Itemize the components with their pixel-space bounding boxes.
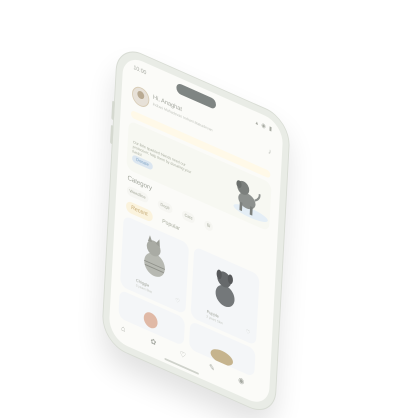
heart-icon[interactable]: ♡ [175,297,180,306]
category-chip-cats[interactable]: Cats [181,209,196,225]
tab-bar: Recent Popular [125,200,180,232]
dog-illustration [215,269,235,308]
small-dog-illustration [143,312,158,329]
category-chip-birds[interactable]: Bi [204,219,214,233]
heart-icon[interactable]: ♡ [246,328,251,337]
bell-icon[interactable]: ♪ [268,147,272,157]
paw-icon[interactable]: ✿ [150,336,156,347]
status-icons: ▴ ◉ ▮ [255,120,273,134]
avatar[interactable] [131,83,150,110]
phone-mockup: 10:00 ▴ ◉ ▮ Hi, Anaghat Indrani Mahadeva… [102,44,290,418]
status-time: 10:00 [133,65,147,77]
profile-icon[interactable]: ◉ [238,375,244,386]
chat-icon[interactable]: ✎ [209,362,215,373]
category-chip-dogs[interactable]: Dogs [157,198,173,215]
stage: 10:00 ▴ ◉ ▮ Hi, Anaghat Indrani Mahadeva… [0,0,417,418]
cat-illustration [144,235,165,277]
heart-icon[interactable]: ♡ [179,349,186,360]
dog-illustration [236,180,261,216]
home-icon[interactable]: ⌂ [121,324,126,334]
